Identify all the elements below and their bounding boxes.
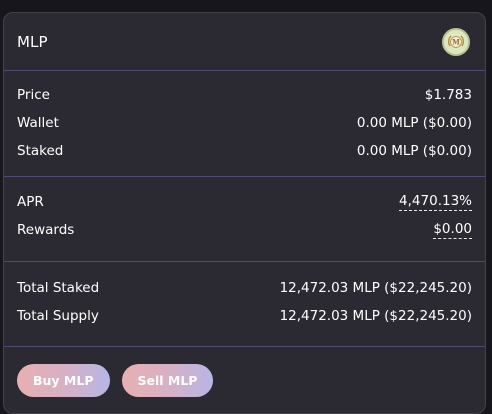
- wallet-label: Wallet: [17, 115, 59, 131]
- rewards-row: Rewards $0.00: [17, 216, 472, 244]
- laurel-m-icon: M: [447, 35, 465, 48]
- card-header: MLP M: [4, 13, 485, 71]
- actions-footer: Buy MLP Sell MLP: [4, 347, 485, 413]
- staked-label: Staked: [17, 143, 64, 159]
- mlp-card: MLP M Price $1.783 Wallet 0.00 MLP ($0.0…: [3, 12, 486, 414]
- total-supply-value: 12,472.03 MLP ($22,245.20): [279, 308, 472, 324]
- mlp-token-icon: M: [442, 27, 470, 56]
- price-label: Price: [17, 87, 50, 103]
- total-staked-row: Total Staked 12,472.03 MLP ($22,245.20): [17, 274, 472, 302]
- price-value: $1.783: [424, 87, 472, 103]
- token-info-section: Price $1.783 Wallet 0.00 MLP ($0.00) Sta…: [4, 71, 485, 177]
- card-title: MLP: [17, 32, 48, 51]
- staked-value: 0.00 MLP ($0.00): [356, 143, 472, 159]
- staked-row: Staked 0.00 MLP ($0.00): [17, 137, 472, 165]
- wallet-value: 0.00 MLP ($0.00): [356, 115, 472, 131]
- buy-mlp-button[interactable]: Buy MLP: [17, 363, 110, 397]
- rewards-section: APR 4,470.13% Rewards $0.00: [4, 177, 485, 262]
- total-staked-value: 12,472.03 MLP ($22,245.20): [279, 280, 472, 296]
- total-supply-label: Total Supply: [17, 308, 99, 324]
- apr-label: APR: [17, 194, 44, 210]
- total-supply-row: Total Supply 12,472.03 MLP ($22,245.20): [17, 302, 472, 330]
- token-icon-letter: M: [452, 37, 460, 46]
- sell-mlp-button[interactable]: Sell MLP: [121, 363, 214, 397]
- rewards-label: Rewards: [17, 222, 75, 238]
- total-staked-label: Total Staked: [17, 280, 100, 296]
- apr-tooltip-trigger[interactable]: 4,470.13%: [399, 193, 472, 211]
- price-row: Price $1.783: [17, 81, 472, 109]
- rewards-tooltip-trigger[interactable]: $0.00: [433, 221, 472, 239]
- totals-section: Total Staked 12,472.03 MLP ($22,245.20) …: [4, 262, 485, 347]
- wallet-row: Wallet 0.00 MLP ($0.00): [17, 109, 472, 137]
- apr-row: APR 4,470.13%: [17, 188, 472, 216]
